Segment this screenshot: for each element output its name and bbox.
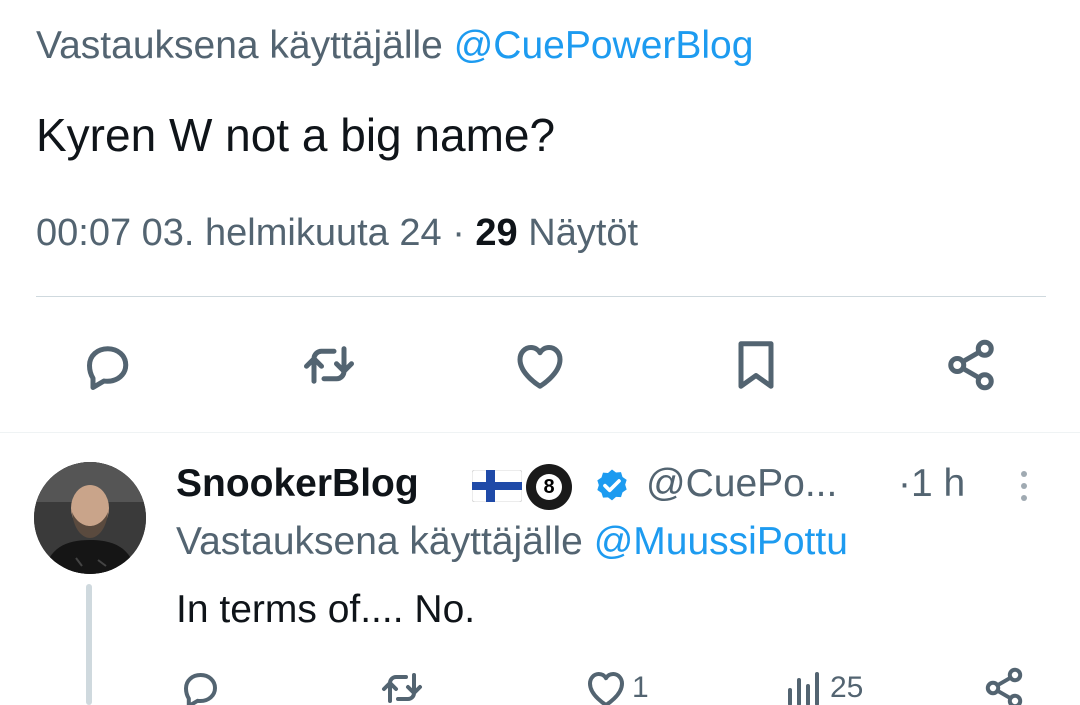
like-icon	[517, 345, 563, 389]
share-icon	[948, 339, 994, 391]
reply-mention-link[interactable]: @CuePowerBlog	[454, 24, 754, 67]
like-count: 1	[632, 671, 649, 704]
retweet-icon	[382, 673, 422, 703]
avatar[interactable]	[34, 462, 146, 574]
retweet-icon	[304, 346, 354, 384]
bookmark-icon	[738, 341, 774, 389]
tweet-meta: 00:07 03. helmikuuta 24 · 29 Näytöt	[36, 212, 638, 255]
reply-time[interactable]: ·1 h	[898, 462, 965, 506]
bookmark-button[interactable]	[721, 330, 791, 400]
reply-text: In terms of.... No.	[176, 588, 476, 631]
views-count: 29	[475, 212, 518, 254]
author-name[interactable]: SnookerBlog	[176, 462, 419, 506]
section-separator	[0, 432, 1080, 433]
retweet-button[interactable]	[378, 664, 426, 705]
reply-context: Vastauksena käyttäjälle @CuePowerBlog	[36, 24, 753, 68]
like-button[interactable]	[505, 330, 575, 400]
tweet-timestamp[interactable]: 00:07 03. helmikuuta 24	[36, 212, 442, 254]
reply-button[interactable]	[176, 664, 224, 705]
reply-context: Vastauksena käyttäjälle @MuussiPottu	[176, 520, 848, 564]
eight-ball-icon: 8	[526, 464, 572, 510]
reply-icon	[87, 346, 129, 390]
like-button[interactable]: 1	[582, 664, 649, 705]
verified-icon[interactable]	[592, 467, 632, 507]
ball-number: 8	[536, 474, 562, 500]
reply-views-count: 25	[830, 671, 864, 704]
avatar-photo	[34, 462, 146, 574]
views-button[interactable]: 25	[780, 664, 863, 705]
divider	[36, 296, 1046, 297]
more-options-icon[interactable]	[1014, 466, 1034, 506]
like-icon	[588, 672, 624, 705]
reply-icon	[184, 673, 217, 705]
retweet-button[interactable]	[294, 330, 364, 400]
share-button[interactable]	[936, 330, 1006, 400]
reply-prefix: Vastauksena käyttäjälle	[36, 24, 443, 67]
views-icon	[788, 672, 819, 705]
share-icon	[985, 667, 1023, 705]
reply-mention-link[interactable]: @MuussiPottu	[594, 520, 848, 563]
reply-button[interactable]	[72, 330, 142, 400]
views-label: Näytöt	[528, 212, 639, 254]
share-button[interactable]	[980, 664, 1028, 705]
reply-prefix: Vastauksena käyttäjälle	[176, 520, 583, 563]
reply-action-bar: 1 25	[0, 664, 1080, 705]
tweet-text: Kyren W not a big name?	[36, 109, 556, 161]
meta-separator: ·	[452, 212, 465, 254]
tweet-action-bar	[0, 330, 1080, 400]
author-handle[interactable]: @CuePo...	[646, 462, 837, 506]
reply-header: SnookerBlog 8 @CuePo... ·1 h	[176, 462, 1056, 510]
finland-flag-icon	[472, 470, 522, 502]
